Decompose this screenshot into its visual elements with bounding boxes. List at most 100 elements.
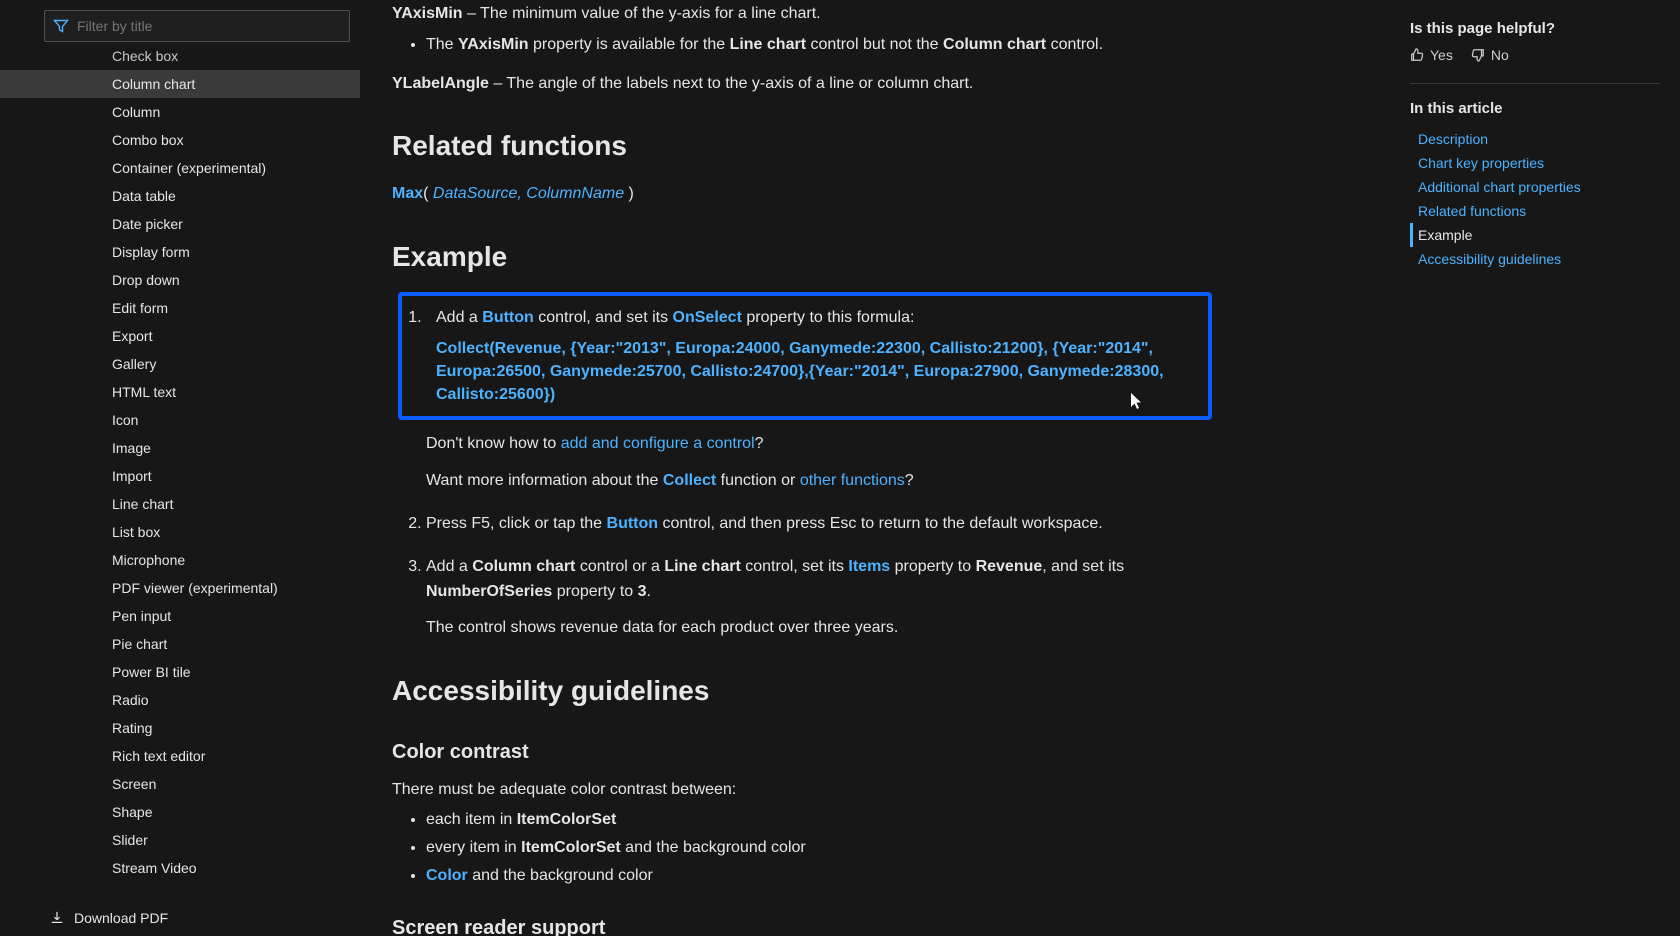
ylabel-term: YLabelAngle	[392, 75, 489, 92]
nav-item[interactable]: Data table	[0, 182, 360, 210]
nav-item[interactable]: Combo box	[0, 126, 360, 154]
helpful-yes-button[interactable]: Yes	[1410, 47, 1453, 63]
nav-item[interactable]: Date picker	[0, 210, 360, 238]
collect-link[interactable]: Collect	[663, 472, 716, 489]
download-pdf-button[interactable]: Download PDF	[0, 899, 360, 936]
nav-item[interactable]: Radio	[0, 686, 360, 714]
nav-item[interactable]: PDF viewer (experimental)	[0, 574, 360, 602]
nav-item[interactable]: Column	[0, 98, 360, 126]
nav-item[interactable]: Shape	[0, 798, 360, 826]
toc-title: In this article	[1410, 100, 1660, 117]
nav-scroll[interactable]: Check boxColumn chartColumnCombo boxCont…	[0, 48, 360, 899]
t: ItemColorSet	[517, 811, 617, 828]
heading-related: Related functions	[392, 124, 1212, 167]
toc-link[interactable]: Description	[1418, 131, 1488, 147]
nav-item[interactable]: Line chart	[0, 490, 360, 518]
nav-item[interactable]: Pen input	[0, 602, 360, 630]
color-link[interactable]: Color	[426, 867, 468, 884]
t: Add a	[436, 309, 482, 326]
thumb-down-icon	[1471, 48, 1485, 62]
helpful-title: Is this page helpful?	[1410, 20, 1660, 37]
nav-item[interactable]: Rich text editor	[0, 742, 360, 770]
right-panel: Is this page helpful? Yes No In this art…	[1410, 20, 1660, 271]
nav-item[interactable]: Edit form	[0, 294, 360, 322]
nav-item[interactable]: Drop down	[0, 266, 360, 294]
fn-args: DataSource, ColumnName	[433, 185, 624, 202]
filter-box[interactable]	[44, 10, 350, 42]
toc-link[interactable]: Related functions	[1418, 203, 1526, 219]
nav-item[interactable]: Stream Video	[0, 854, 360, 882]
button-link-2[interactable]: Button	[607, 515, 659, 532]
example-step-2: Press F5, click or tap the Button contro…	[426, 512, 1212, 537]
fn-max-link[interactable]: Max	[392, 185, 423, 202]
nav-item[interactable]: HTML text	[0, 378, 360, 406]
toc-item[interactable]: Accessibility guidelines	[1410, 247, 1660, 271]
heading-accessibility: Accessibility guidelines	[392, 669, 1212, 712]
contrast-item-1: each item in ItemColorSet	[426, 808, 1212, 833]
nav-item[interactable]: Display form	[0, 238, 360, 266]
nav-item[interactable]: Icon	[0, 406, 360, 434]
nav-item[interactable]: Image	[0, 434, 360, 462]
ylabel-desc: – The angle of the labels next to the y-…	[489, 75, 973, 92]
t: NumberOfSeries	[426, 583, 552, 600]
filter-input[interactable]	[77, 18, 341, 34]
yaxismin-bullets: The YAxisMin property is available for t…	[392, 33, 1212, 58]
t: control, set its	[741, 558, 849, 575]
other-functions-link[interactable]: other functions	[800, 472, 905, 489]
t: ItemColorSet	[521, 839, 621, 856]
t: ?	[755, 435, 764, 452]
highlight-box: Add a Button control, and set its OnSele…	[398, 292, 1212, 420]
toc-link[interactable]: Accessibility guidelines	[1418, 251, 1561, 267]
nav-item[interactable]: Slider	[0, 826, 360, 854]
toc-link[interactable]: Example	[1418, 227, 1472, 243]
onselect-link[interactable]: OnSelect	[673, 309, 742, 326]
button-link[interactable]: Button	[482, 309, 534, 326]
nav-item[interactable]: Power BI tile	[0, 658, 360, 686]
contrast-list: each item in ItemColorSet every item in …	[392, 808, 1212, 888]
yaxismin-bullet: The YAxisMin property is available for t…	[426, 33, 1212, 58]
download-label: Download PDF	[74, 910, 168, 926]
add-configure-link[interactable]: add and configure a control	[561, 435, 755, 452]
helpful-no-button[interactable]: No	[1471, 47, 1509, 63]
toc-link[interactable]: Additional chart properties	[1418, 179, 1581, 195]
t: Line chart	[664, 558, 740, 575]
toc-item[interactable]: Description	[1410, 127, 1660, 151]
toc-item[interactable]: Example	[1410, 223, 1660, 247]
t: and the background color	[621, 839, 806, 856]
nav-item[interactable]: Container (experimental)	[0, 154, 360, 182]
filter-wrap	[0, 0, 360, 48]
t: , and set its	[1042, 558, 1124, 575]
t: YAxisMin	[458, 36, 529, 53]
t: control.	[1046, 36, 1103, 53]
items-link[interactable]: Items	[848, 558, 890, 575]
nav-item[interactable]: Screen	[0, 770, 360, 798]
helpful-row: Yes No	[1410, 47, 1660, 63]
step1-dontknow: Don't know how to add and configure a co…	[426, 432, 1212, 457]
t: function or	[716, 472, 800, 489]
nav-item[interactable]: Import	[0, 462, 360, 490]
download-icon	[50, 911, 64, 925]
toc-item[interactable]: Additional chart properties	[1410, 175, 1660, 199]
thumb-up-icon	[1410, 48, 1424, 62]
example-step-3: Add a Column chart control or a Line cha…	[426, 555, 1212, 641]
t: Column chart	[943, 36, 1046, 53]
nav-item[interactable]: Check box	[0, 48, 360, 70]
nav-item[interactable]: Gallery	[0, 350, 360, 378]
t: .	[647, 583, 651, 600]
contrast-item-3: Color and the background color	[426, 864, 1212, 889]
nav-item[interactable]: Export	[0, 322, 360, 350]
related-fn-line: Max( DataSource, ColumnName )	[392, 182, 1212, 207]
toc-item[interactable]: Chart key properties	[1410, 151, 1660, 175]
example-step-1: Add a Button control, and set its OnSele…	[426, 292, 1212, 494]
nav-item[interactable]: List box	[0, 518, 360, 546]
nav-item[interactable]: Microphone	[0, 546, 360, 574]
toc-item[interactable]: Related functions	[1410, 199, 1660, 223]
nav-item[interactable]: Column chart	[0, 70, 360, 98]
nav-item[interactable]: Pie chart	[0, 630, 360, 658]
t: property to	[552, 583, 637, 600]
step1-moreinfo: Want more information about the Collect …	[426, 469, 1212, 494]
divider	[1410, 83, 1660, 84]
toc-link[interactable]: Chart key properties	[1418, 155, 1544, 171]
nav-item[interactable]: Rating	[0, 714, 360, 742]
contrast-item-2: every item in ItemColorSet and the backg…	[426, 836, 1212, 861]
